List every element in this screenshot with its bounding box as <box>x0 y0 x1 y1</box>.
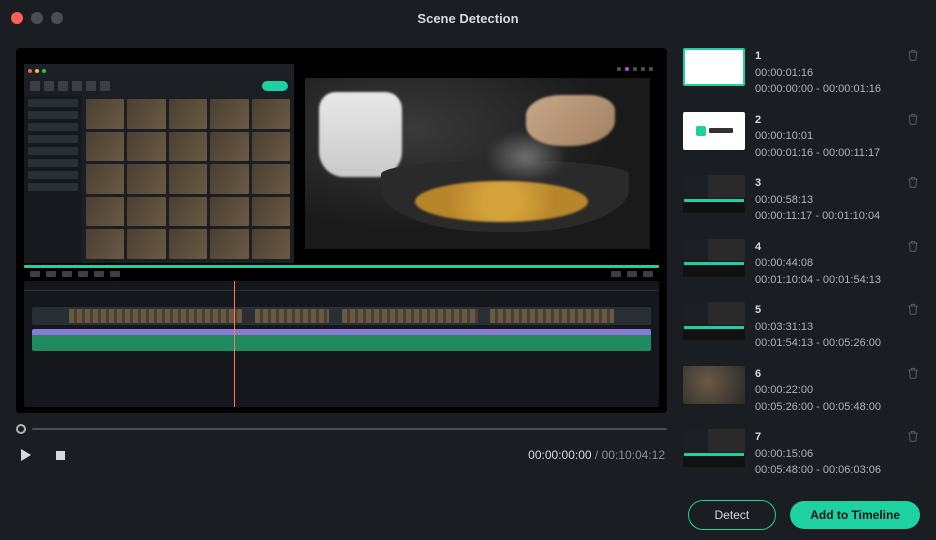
scene-range: 00:00:00:00 - 00:00:01:16 <box>755 81 896 98</box>
simulated-preview-monitor <box>296 64 659 263</box>
transport-bar: 00:00:00:00 / 00:10:04:12 <box>16 445 667 465</box>
timecode-duration: 00:10:04:12 <box>602 448 665 462</box>
scene-info: 400:00:44:0800:01:10:04 - 00:01:54:13 <box>755 239 896 289</box>
scene-number: 2 <box>755 112 896 129</box>
delete-scene-button[interactable] <box>906 302 922 318</box>
delete-scene-button[interactable] <box>906 366 922 382</box>
scene-thumbnail[interactable] <box>683 48 745 86</box>
timecode: 00:00:00:00 / 00:10:04:12 <box>528 448 665 462</box>
scene-length: 00:00:15:06 <box>755 446 896 463</box>
scene-item[interactable]: 100:00:01:1600:00:00:00 - 00:00:01:16 <box>683 48 922 98</box>
simulated-library-panel <box>24 64 294 263</box>
delete-scene-button[interactable] <box>906 112 922 128</box>
preview-panel: 00:00:00:00 / 00:10:04:12 <box>0 36 675 490</box>
scene-list[interactable]: 100:00:01:1600:00:00:00 - 00:00:01:16200… <box>675 36 936 490</box>
scene-thumbnail[interactable] <box>683 175 745 213</box>
scene-thumbnail[interactable] <box>683 366 745 404</box>
preview-frame-content <box>24 64 659 407</box>
trash-icon <box>906 176 920 193</box>
scene-item[interactable]: 600:00:22:0000:05:26:00 - 00:05:48:00 <box>683 366 922 416</box>
scene-range: 00:05:48:00 - 00:06:03:06 <box>755 462 896 479</box>
scene-thumbnail[interactable] <box>683 429 745 467</box>
add-to-timeline-button[interactable]: Add to Timeline <box>790 501 920 529</box>
titlebar: Scene Detection <box>0 0 936 36</box>
scene-item[interactable]: 400:00:44:0800:01:10:04 - 00:01:54:13 <box>683 239 922 289</box>
scene-item[interactable]: 700:00:15:0600:05:48:00 - 00:06:03:06 <box>683 429 922 479</box>
scene-range: 00:00:01:16 - 00:00:11:17 <box>755 145 896 162</box>
simulated-timeline <box>24 281 659 407</box>
scene-number: 4 <box>755 239 896 256</box>
play-button[interactable] <box>18 447 34 463</box>
scene-range: 00:01:10:04 - 00:01:54:13 <box>755 272 896 289</box>
trash-icon <box>906 430 920 447</box>
scene-thumbnail[interactable] <box>683 112 745 150</box>
scene-length: 00:00:10:01 <box>755 128 896 145</box>
scene-range: 00:01:54:13 - 00:05:26:00 <box>755 335 896 352</box>
window-title: Scene Detection <box>417 11 518 26</box>
delete-scene-button[interactable] <box>906 48 922 64</box>
scene-number: 3 <box>755 175 896 192</box>
trash-icon <box>906 367 920 384</box>
window-controls <box>11 12 63 24</box>
scene-item[interactable]: 500:03:31:1300:01:54:13 - 00:05:26:00 <box>683 302 922 352</box>
content-area: 00:00:00:00 / 00:10:04:12 100:00:01:1600… <box>0 36 936 490</box>
scrubber-handle[interactable] <box>16 424 26 434</box>
scene-number: 7 <box>755 429 896 446</box>
scrubber[interactable] <box>16 419 667 439</box>
scene-length: 00:00:22:00 <box>755 382 896 399</box>
delete-scene-button[interactable] <box>906 175 922 191</box>
scene-thumbnail[interactable] <box>683 239 745 277</box>
scene-info: 600:00:22:0000:05:26:00 - 00:05:48:00 <box>755 366 896 416</box>
scene-range: 00:00:11:17 - 00:01:10:04 <box>755 208 896 225</box>
trash-icon <box>906 303 920 320</box>
trash-icon <box>906 113 920 130</box>
scene-length: 00:00:01:16 <box>755 65 896 82</box>
scene-length: 00:00:58:13 <box>755 192 896 209</box>
delete-scene-button[interactable] <box>906 239 922 255</box>
footer: Detect Add to Timeline <box>0 490 936 540</box>
video-preview[interactable] <box>16 48 667 413</box>
trash-icon <box>906 49 920 66</box>
scene-info: 300:00:58:1300:00:11:17 - 00:01:10:04 <box>755 175 896 225</box>
timecode-current: 00:00:00:00 <box>528 448 591 462</box>
scene-length: 00:03:31:13 <box>755 319 896 336</box>
play-icon <box>21 449 31 461</box>
scene-info: 500:03:31:1300:01:54:13 - 00:05:26:00 <box>755 302 896 352</box>
delete-scene-button[interactable] <box>906 429 922 445</box>
minimize-window-button[interactable] <box>31 12 43 24</box>
trash-icon <box>906 240 920 257</box>
scene-info: 200:00:10:0100:00:01:16 - 00:00:11:17 <box>755 112 896 162</box>
scene-range: 00:05:26:00 - 00:05:48:00 <box>755 399 896 416</box>
stop-icon <box>56 451 65 460</box>
maximize-window-button[interactable] <box>51 12 63 24</box>
scene-number: 6 <box>755 366 896 383</box>
scene-length: 00:00:44:08 <box>755 255 896 272</box>
scene-item[interactable]: 200:00:10:0100:00:01:16 - 00:00:11:17 <box>683 112 922 162</box>
scene-thumbnail[interactable] <box>683 302 745 340</box>
scene-item[interactable]: 300:00:58:1300:00:11:17 - 00:01:10:04 <box>683 175 922 225</box>
scene-number: 5 <box>755 302 896 319</box>
scene-number: 1 <box>755 48 896 65</box>
detect-button[interactable]: Detect <box>688 500 777 530</box>
stop-button[interactable] <box>52 447 68 463</box>
close-window-button[interactable] <box>11 12 23 24</box>
scene-info: 100:00:01:1600:00:00:00 - 00:00:01:16 <box>755 48 896 98</box>
scene-info: 700:00:15:0600:05:48:00 - 00:06:03:06 <box>755 429 896 479</box>
scrubber-track[interactable] <box>32 428 667 430</box>
